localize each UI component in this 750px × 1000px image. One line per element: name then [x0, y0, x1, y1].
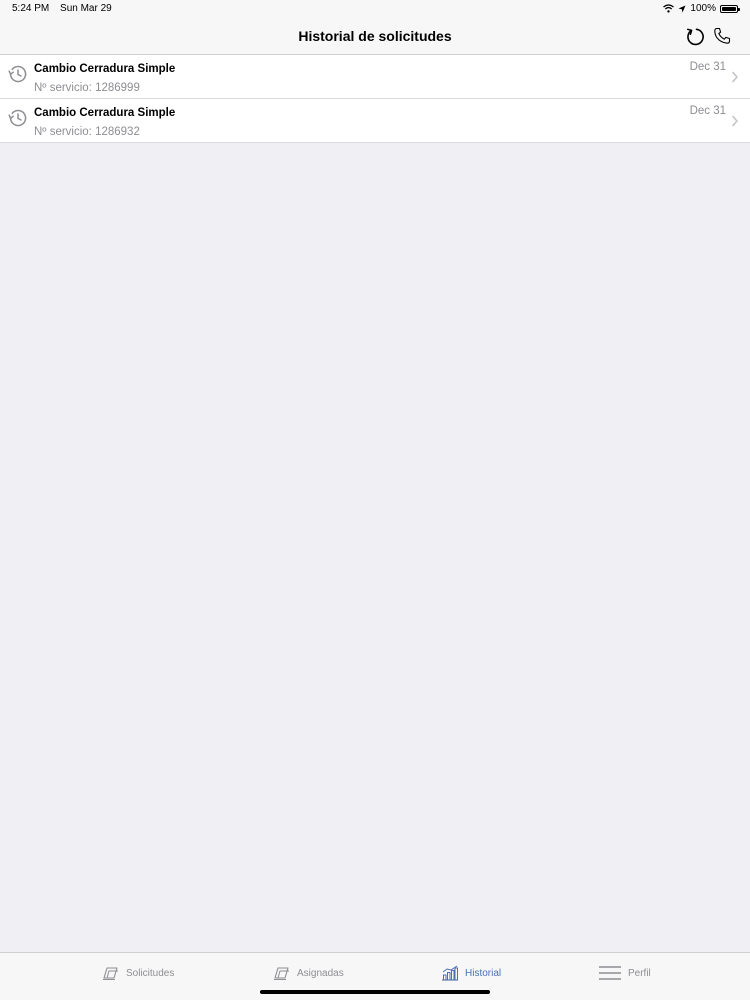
- chevron-right-icon: [732, 115, 738, 127]
- battery-icon: [720, 4, 740, 13]
- screen: 5:24 PM Sun Mar 29 100% Historial de sol…: [0, 0, 750, 1000]
- status-bar: 5:24 PM Sun Mar 29 100%: [0, 0, 750, 18]
- history-icon: [8, 65, 27, 83]
- service-number: Nº servicio: 1286999: [34, 82, 140, 94]
- page-title: Historial de solicitudes: [298, 28, 452, 44]
- chart-icon: [442, 965, 458, 981]
- status-time: 5:24 PM: [12, 3, 50, 14]
- tab-perfil[interactable]: Perfil: [598, 963, 651, 983]
- history-icon: [8, 109, 27, 127]
- menu-icon: [599, 966, 621, 980]
- refresh-icon: [687, 28, 704, 46]
- tab-historial[interactable]: Historial: [441, 963, 501, 983]
- tab-label: Asignadas: [297, 967, 344, 979]
- document-icon: [274, 967, 289, 980]
- nav-bar: Historial de solicitudes: [0, 18, 750, 55]
- home-indicator: [260, 990, 490, 994]
- document-icon: [103, 967, 118, 980]
- status-left: 5:24 PM Sun Mar 29: [12, 3, 120, 14]
- list-item[interactable]: Cambio Cerradura Simple Nº servicio: 128…: [0, 55, 750, 99]
- chevron-right-icon: [732, 71, 738, 83]
- tab-solicitudes[interactable]: Solicitudes: [102, 963, 174, 983]
- list-item[interactable]: Cambio Cerradura Simple Nº servicio: 128…: [0, 99, 750, 143]
- service-number: Nº servicio: 1286932: [34, 126, 140, 138]
- request-list: Cambio Cerradura Simple Nº servicio: 128…: [0, 55, 750, 143]
- status-date: Sun Mar 29: [60, 3, 112, 14]
- request-title: Cambio Cerradura Simple: [34, 107, 176, 119]
- request-date: Dec 31: [689, 105, 726, 117]
- request-date: Dec 31: [689, 61, 726, 73]
- request-title: Cambio Cerradura Simple: [34, 63, 176, 75]
- refresh-button[interactable]: [684, 26, 706, 48]
- tab-label: Historial: [465, 967, 502, 979]
- phone-icon: [714, 27, 731, 44]
- call-button[interactable]: [712, 26, 734, 48]
- location-arrow-icon: [678, 5, 686, 12]
- tab-asignadas[interactable]: Asignadas: [273, 963, 344, 983]
- tab-label: Perfil: [628, 967, 651, 979]
- status-right: 100%: [663, 3, 740, 14]
- wifi-icon: [663, 4, 675, 13]
- battery-percent: 100%: [690, 3, 716, 14]
- tab-label: Solicitudes: [126, 967, 175, 979]
- battery-fill: [722, 6, 736, 11]
